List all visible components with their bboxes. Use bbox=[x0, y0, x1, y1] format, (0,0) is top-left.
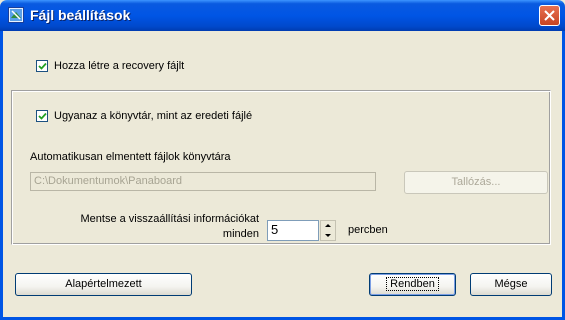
app-icon bbox=[8, 7, 24, 23]
same-directory-checkbox[interactable] bbox=[36, 110, 48, 122]
create-recovery-label[interactable]: Hozza létre a recovery fájlt bbox=[54, 60, 184, 72]
close-button[interactable] bbox=[539, 5, 560, 26]
title-bar[interactable]: Fájl beállítások bbox=[0, 0, 565, 31]
autosave-folder-label: Automatikusan elmentett fájlok könyvtára bbox=[30, 151, 231, 163]
window-title: Fájl beállítások bbox=[30, 7, 131, 23]
spin-down-icon[interactable] bbox=[321, 231, 335, 240]
cancel-button[interactable]: Mégse bbox=[470, 273, 552, 296]
autosave-folder-field[interactable]: C:\Dokumentumok\Panaboard bbox=[30, 172, 376, 191]
default-button-label: Alapértelmezett bbox=[65, 278, 142, 290]
interval-input[interactable]: 5 bbox=[267, 220, 319, 241]
same-directory-label[interactable]: Ugyanaz a könyvtár, mint az eredeti fájl… bbox=[54, 110, 252, 122]
interval-spinner[interactable] bbox=[320, 220, 336, 241]
cancel-button-label: Mégse bbox=[494, 278, 528, 290]
browse-button[interactable]: Tallózás... bbox=[404, 171, 548, 194]
ok-button[interactable]: Rendben bbox=[369, 273, 456, 296]
interval-label-line1: Mentse a visszaállítási információkat bbox=[80, 213, 259, 225]
default-button[interactable]: Alapértelmezett bbox=[15, 273, 192, 296]
create-recovery-checkbox[interactable] bbox=[36, 60, 48, 72]
close-icon bbox=[544, 10, 555, 21]
ok-button-label: Rendben bbox=[386, 277, 439, 291]
checkmark-icon bbox=[38, 112, 47, 120]
browse-button-label: Tallózás... bbox=[451, 176, 501, 188]
interval-label-line2: minden bbox=[222, 228, 259, 240]
spin-up-icon[interactable] bbox=[321, 221, 335, 230]
interval-unit: percben bbox=[348, 224, 388, 236]
checkmark-icon bbox=[38, 62, 47, 70]
